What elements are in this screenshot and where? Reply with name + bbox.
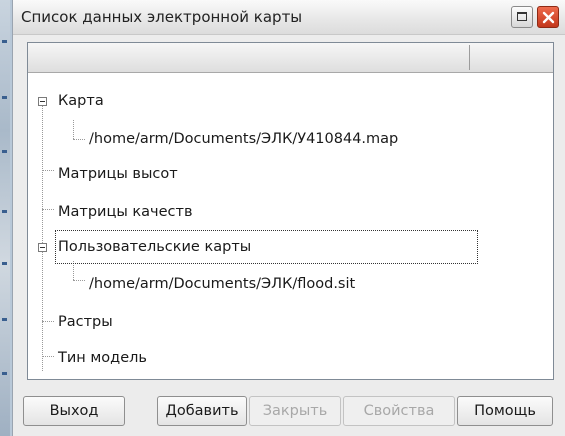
tree-connector bbox=[73, 139, 85, 140]
close-button[interactable]: Закрыть bbox=[249, 396, 341, 426]
tree-item[interactable]: /home/arm/Documents/ЭЛК/У410844.map bbox=[89, 125, 398, 153]
data-tree[interactable]: Карта /home/arm/Documents/ЭЛК/У410844.ma… bbox=[27, 42, 554, 380]
tree-item-label: Растры bbox=[58, 314, 113, 330]
tree-connector bbox=[73, 261, 74, 280]
tree-item-label: Матрицы высот bbox=[58, 166, 178, 182]
close-icon bbox=[542, 11, 555, 24]
tree-header bbox=[28, 43, 553, 73]
tree-connector bbox=[73, 280, 85, 281]
add-button[interactable]: Добавить bbox=[157, 396, 247, 426]
tree-item-label: Тин модель bbox=[58, 350, 147, 366]
tree-item-label: /home/arm/Documents/ЭЛК/У410844.map bbox=[89, 131, 399, 147]
tree-item-selected[interactable]: Пользовательские карты bbox=[55, 230, 480, 264]
collapse-icon[interactable] bbox=[38, 243, 47, 252]
background-app-edge bbox=[0, 0, 10, 436]
tree-connector bbox=[42, 103, 43, 371]
tree-item[interactable]: Тин модель bbox=[58, 344, 147, 372]
dialog-window: Список данных электронной карты Карта /h… bbox=[12, 0, 565, 436]
tree-item[interactable]: Карта bbox=[58, 87, 104, 115]
tree-connector bbox=[42, 170, 54, 171]
tree-item-label: Пользовательские карты bbox=[55, 230, 478, 264]
title-bar[interactable]: Список данных электронной карты bbox=[13, 0, 565, 35]
tree-item-label: Матрицы качеств bbox=[58, 204, 193, 220]
tree-item[interactable]: Матрицы высот bbox=[58, 160, 178, 188]
help-button[interactable]: Помощь bbox=[457, 396, 553, 426]
column-divider[interactable] bbox=[469, 45, 470, 70]
tree-connector bbox=[42, 209, 54, 210]
tree-item-label: /home/arm/Documents/ЭЛК/flood.sit bbox=[89, 276, 356, 292]
tree-connector bbox=[73, 120, 74, 139]
tree-connector bbox=[42, 356, 54, 357]
tree-item[interactable]: Растры bbox=[58, 308, 113, 336]
tree-item[interactable]: /home/arm/Documents/ЭЛК/flood.sit bbox=[89, 270, 355, 298]
exit-button[interactable]: Выход bbox=[23, 396, 125, 426]
close-window-button[interactable] bbox=[537, 6, 559, 28]
tree-item-label: Карта bbox=[58, 93, 104, 109]
tree-item[interactable]: Матрицы качеств bbox=[58, 198, 193, 226]
maximize-button[interactable] bbox=[511, 6, 533, 28]
properties-button[interactable]: Свойства bbox=[343, 396, 455, 426]
tree-connector bbox=[42, 321, 54, 322]
collapse-icon[interactable] bbox=[38, 97, 47, 106]
window-title: Список данных электронной карты bbox=[21, 8, 303, 26]
